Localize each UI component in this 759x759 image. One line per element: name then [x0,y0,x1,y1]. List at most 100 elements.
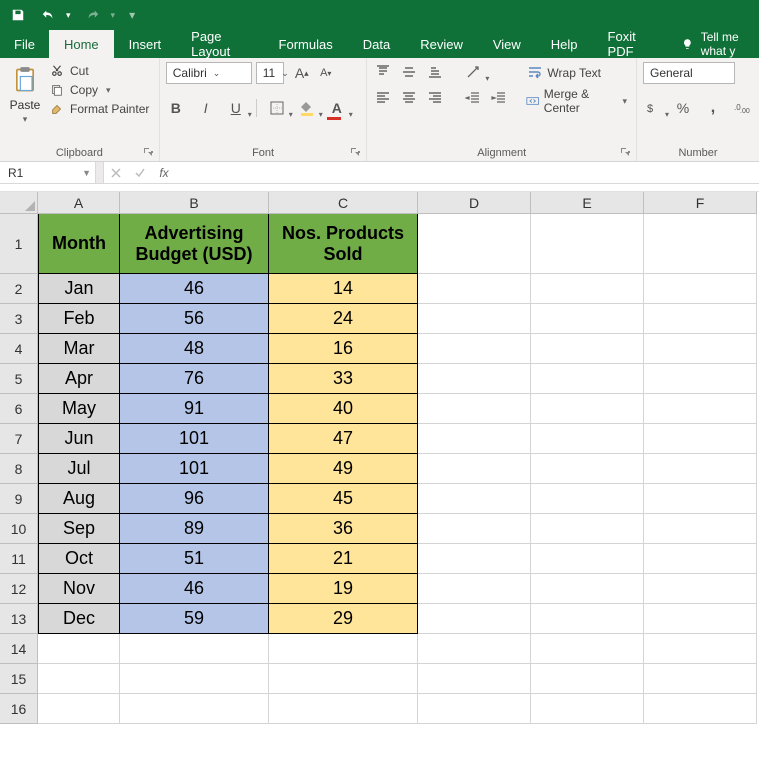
column-header-F[interactable]: F [644,192,757,214]
font-name-combo[interactable]: Calibri⌄ [166,62,252,84]
header-sold[interactable]: Nos. Products Sold [269,214,418,274]
tab-foxit[interactable]: Foxit PDF [593,30,668,58]
comma-format-icon[interactable]: , [703,98,723,118]
align-middle-icon[interactable] [399,62,419,82]
cell-budget-Jan[interactable]: 46 [120,274,269,304]
column-header-A[interactable]: A [38,192,120,214]
undo-icon[interactable] [40,7,56,23]
select-all-corner[interactable] [0,192,38,214]
row-header-5[interactable]: 5 [0,364,38,394]
align-left-icon[interactable] [373,88,393,108]
column-header-D[interactable]: D [418,192,531,214]
cell-empty[interactable] [418,394,531,424]
increase-font-icon[interactable]: A▴ [292,63,312,83]
cell-empty[interactable] [38,664,120,694]
align-right-icon[interactable] [425,88,445,108]
cell-empty[interactable] [418,274,531,304]
cell-month-Aug[interactable]: Aug [38,484,120,514]
copy-dropdown-icon[interactable]: ▾ [106,85,111,96]
cell-empty[interactable] [120,664,269,694]
cell-budget-Mar[interactable]: 48 [120,334,269,364]
align-bottom-icon[interactable] [425,62,445,82]
tab-data[interactable]: Data [348,30,405,58]
row-header-2[interactable]: 2 [0,274,38,304]
align-top-icon[interactable] [373,62,393,82]
cell-empty[interactable] [418,484,531,514]
cell-empty[interactable] [38,694,120,724]
cell-sold-Apr[interactable]: 33 [269,364,418,394]
tab-insert[interactable]: Insert [114,30,177,58]
number-format-combo[interactable]: General [643,62,735,84]
cell-empty[interactable] [531,394,644,424]
row-header-7[interactable]: 7 [0,424,38,454]
decrease-indent-icon[interactable] [463,88,483,108]
cell-empty[interactable] [531,214,644,274]
cell-empty[interactable] [418,424,531,454]
font-color-button[interactable]: A▾ [327,98,347,118]
cell-empty[interactable] [644,334,757,364]
cell-month-Mar[interactable]: Mar [38,334,120,364]
cell-budget-Sep[interactable]: 89 [120,514,269,544]
cell-sold-Jan[interactable]: 14 [269,274,418,304]
cell-month-Apr[interactable]: Apr [38,364,120,394]
row-header-3[interactable]: 3 [0,304,38,334]
cell-empty[interactable] [644,544,757,574]
cell-empty[interactable] [531,454,644,484]
cell-empty[interactable] [269,664,418,694]
tab-file[interactable]: File [0,30,49,58]
tab-help[interactable]: Help [536,30,593,58]
cell-empty[interactable] [644,454,757,484]
cell-empty[interactable] [644,274,757,304]
cell-sold-Feb[interactable]: 24 [269,304,418,334]
cell-budget-Feb[interactable]: 56 [120,304,269,334]
insert-function-icon[interactable]: fx [152,162,176,183]
cell-empty[interactable] [644,514,757,544]
cell-empty[interactable] [418,664,531,694]
cell-empty[interactable] [644,214,757,274]
decrease-font-icon[interactable]: A▾ [316,63,336,83]
cell-empty[interactable] [418,574,531,604]
formula-input[interactable] [176,162,759,183]
column-header-B[interactable]: B [120,192,269,214]
row-header-16[interactable]: 16 [0,694,38,724]
cell-empty[interactable] [531,694,644,724]
cell-empty[interactable] [644,394,757,424]
fill-color-button[interactable]: ▾ [297,98,317,118]
cell-empty[interactable] [418,544,531,574]
cell-empty[interactable] [531,604,644,634]
cell-month-Jun[interactable]: Jun [38,424,120,454]
row-header-8[interactable]: 8 [0,454,38,484]
cell-empty[interactable] [644,574,757,604]
format-painter-button[interactable]: Format Painter [50,102,149,116]
row-header-10[interactable]: 10 [0,514,38,544]
orientation-icon[interactable]: ▾ [463,62,483,82]
cell-empty[interactable] [418,514,531,544]
cell-month-Oct[interactable]: Oct [38,544,120,574]
align-center-icon[interactable] [399,88,419,108]
borders-button[interactable]: ▾ [267,98,287,118]
alignment-dialog-launcher-icon[interactable] [620,147,632,159]
cell-empty[interactable] [418,334,531,364]
merge-dropdown-icon[interactable]: ▾ [622,96,627,107]
row-header-13[interactable]: 13 [0,604,38,634]
row-header-6[interactable]: 6 [0,394,38,424]
save-icon[interactable] [10,7,26,23]
cell-budget-Jun[interactable]: 101 [120,424,269,454]
cell-empty[interactable] [531,484,644,514]
increase-decimal-icon[interactable]: .0.00 [733,98,753,118]
tab-review[interactable]: Review [405,30,478,58]
cell-budget-Nov[interactable]: 46 [120,574,269,604]
cell-empty[interactable] [531,634,644,664]
cell-month-Nov[interactable]: Nov [38,574,120,604]
font-dialog-launcher-icon[interactable] [350,147,362,159]
cell-month-Jul[interactable]: Jul [38,454,120,484]
tab-page-layout[interactable]: Page Layout [176,30,263,58]
cell-empty[interactable] [418,454,531,484]
cell-empty[interactable] [644,604,757,634]
cell-budget-May[interactable]: 91 [120,394,269,424]
copy-button[interactable]: Copy ▾ [50,83,149,97]
cell-empty[interactable] [531,364,644,394]
header-budget[interactable]: Advertising Budget (USD) [120,214,269,274]
cell-sold-May[interactable]: 40 [269,394,418,424]
cell-month-Dec[interactable]: Dec [38,604,120,634]
